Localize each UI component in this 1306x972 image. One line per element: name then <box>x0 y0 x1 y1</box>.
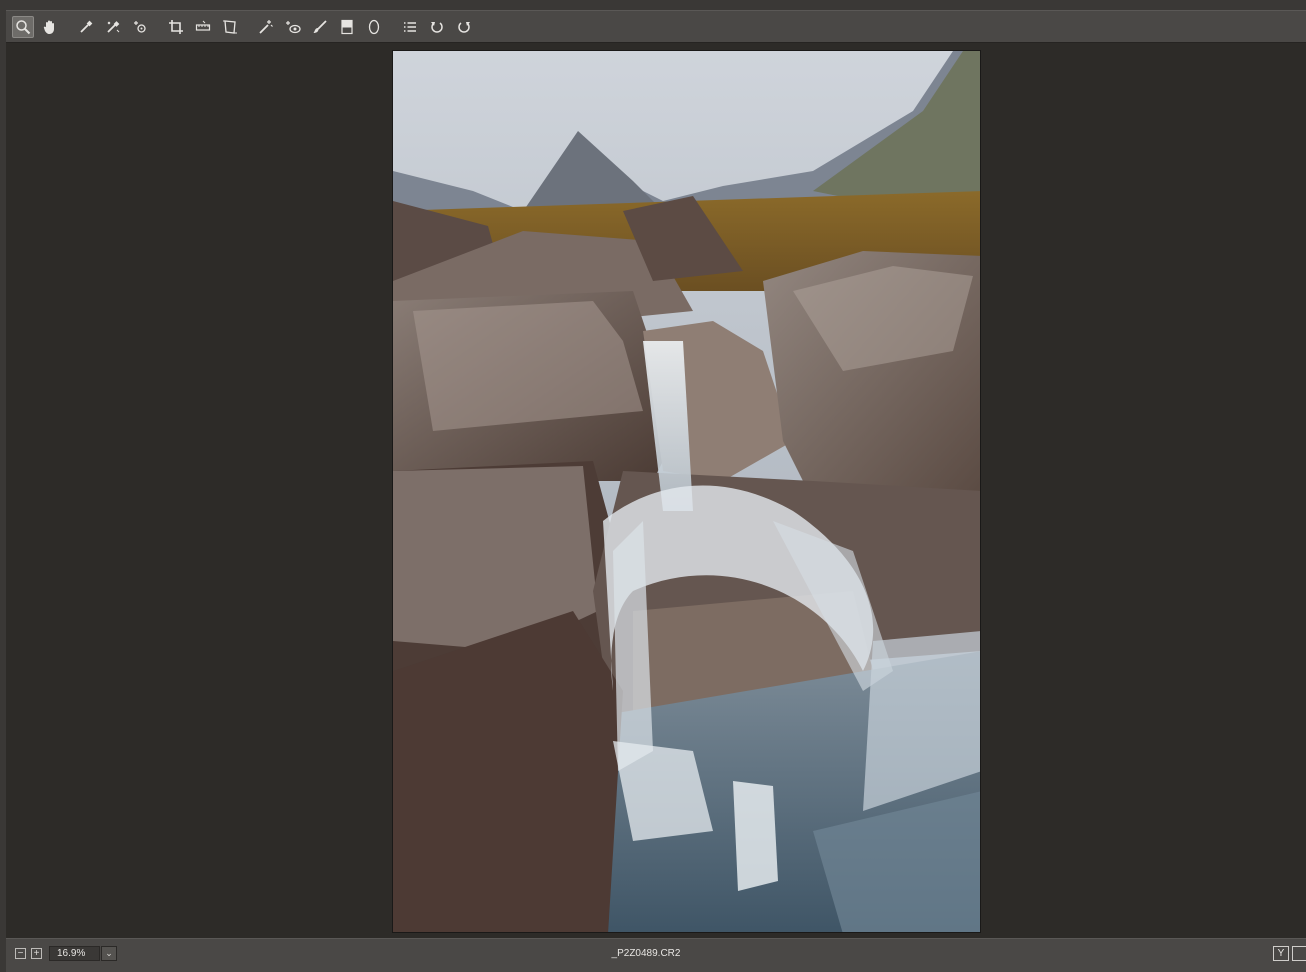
crop-icon <box>169 19 183 34</box>
straighten-icon <box>195 20 211 31</box>
radial-filter-icon <box>368 19 380 34</box>
zoom-icon <box>16 19 31 34</box>
adjustment-brush-tool-button[interactable] <box>309 16 331 38</box>
preferences-icon <box>404 21 416 32</box>
rotate-left-button[interactable] <box>426 16 448 38</box>
preview-settings-button[interactable] <box>1292 946 1306 961</box>
waterfall-landscape-image <box>393 51 980 932</box>
rotate-left-icon <box>431 21 443 33</box>
targeted-adjustment-icon <box>134 20 146 33</box>
preferences-button[interactable] <box>399 16 421 38</box>
zoom-level-field[interactable]: 16.9% <box>49 946 100 961</box>
zoom-in-button[interactable]: + <box>31 948 42 959</box>
red-eye-icon <box>286 20 301 33</box>
color-sampler-tool-button[interactable] <box>102 16 124 38</box>
spot-removal-tool-button[interactable] <box>255 16 277 38</box>
rotate-right-icon <box>458 21 470 33</box>
zoom-dropdown-button[interactable]: ⌄ <box>101 946 117 961</box>
white-balance-icon <box>80 20 93 33</box>
rotate-right-button[interactable] <box>453 16 475 38</box>
transform-icon <box>223 19 237 34</box>
graduated-filter-icon <box>341 19 353 34</box>
before-after-toggle-button[interactable]: Y <box>1273 946 1289 961</box>
targeted-adjustment-tool-button[interactable] <box>129 16 151 38</box>
window-top-edge <box>0 0 1306 10</box>
straighten-tool-button[interactable] <box>192 16 214 38</box>
color-sampler-icon <box>107 20 120 33</box>
file-name: _P2Z0489.CR2 <box>611 948 681 959</box>
status-bar: − + 16.9% ⌄ _P2Z0489.CR2 Y <box>6 938 1306 972</box>
hand-icon <box>43 20 54 34</box>
photo-preview[interactable] <box>392 50 981 933</box>
transform-tool-button[interactable] <box>219 16 241 38</box>
radial-filter-tool-button[interactable] <box>363 16 385 38</box>
red-eye-tool-button[interactable] <box>282 16 304 38</box>
white-balance-tool-button[interactable] <box>75 16 97 38</box>
crop-tool-button[interactable] <box>165 16 187 38</box>
zoom-out-button[interactable]: − <box>15 948 26 959</box>
hand-tool-button[interactable] <box>39 16 61 38</box>
graduated-filter-tool-button[interactable] <box>336 16 358 38</box>
toolbar <box>6 10 1306 43</box>
spot-removal-icon <box>259 19 273 34</box>
adjustment-brush-icon <box>313 19 327 33</box>
zoom-tool-button[interactable] <box>12 15 34 38</box>
